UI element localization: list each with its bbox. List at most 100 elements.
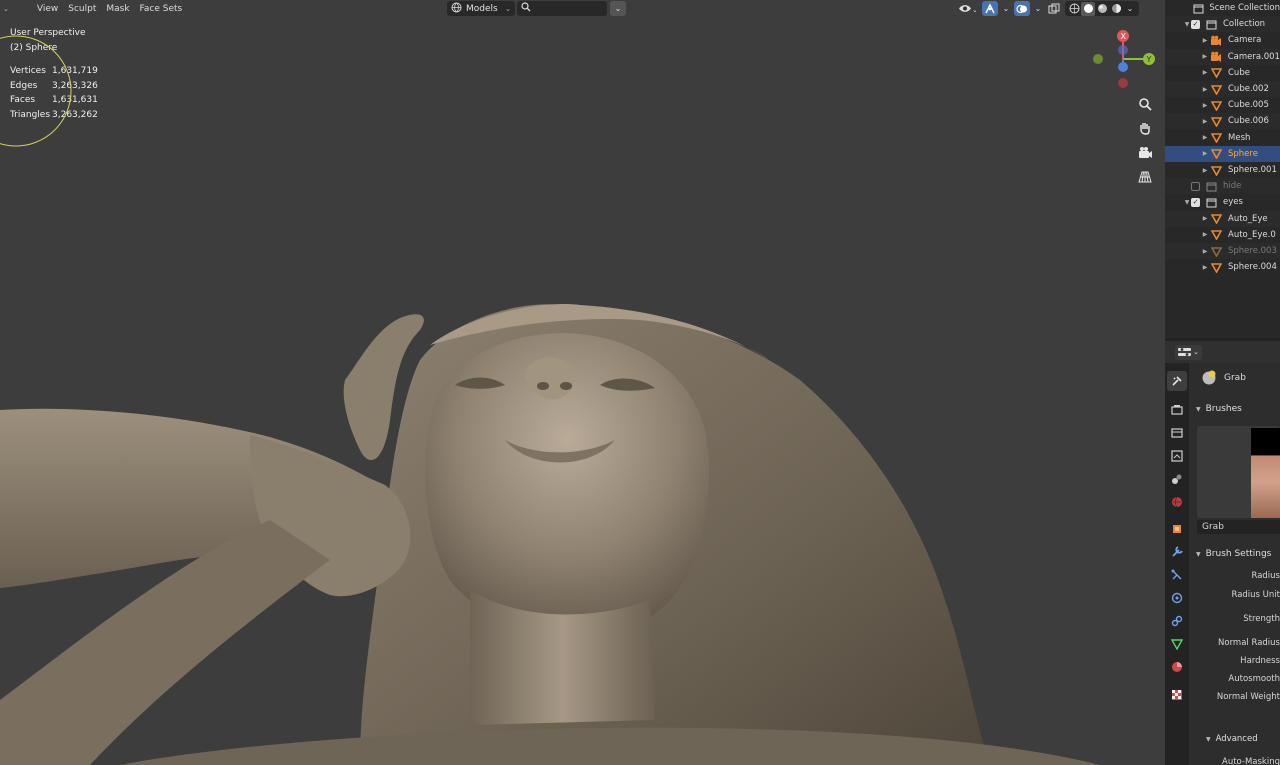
object-tab-icon[interactable] (1167, 519, 1187, 539)
world-tab-icon[interactable] (1167, 492, 1187, 512)
expand-toggle-icon[interactable]: ▶ (1201, 264, 1209, 271)
chevron-down-icon[interactable]: ⌄ (1001, 1, 1011, 16)
brush-settings-panel-header[interactable]: ▼ Brush Settings (1189, 544, 1280, 564)
strength-label: Strength (1243, 614, 1280, 624)
menu-sculpt[interactable]: Sculpt (63, 1, 101, 17)
outliner-row[interactable]: ▶ Sphere (1165, 145, 1280, 162)
expand-toggle-icon[interactable]: ▶ (1201, 69, 1209, 76)
data-tab-icon[interactable] (1167, 634, 1187, 654)
overlays-icon[interactable] (1014, 1, 1030, 16)
checkbox-icon[interactable]: ✓ (1191, 19, 1200, 29)
expand-toggle-icon[interactable]: ▶ (1201, 215, 1209, 222)
outliner-row[interactable]: ▶ Cube (1165, 65, 1280, 81)
outliner-label: Sphere (1228, 148, 1258, 159)
gizmo-toggle-icon[interactable] (982, 1, 998, 16)
expand-toggle-icon[interactable]: ▶ (1201, 248, 1209, 255)
mesh-icon (1209, 245, 1223, 257)
solid-shading-icon[interactable] (1081, 1, 1095, 16)
scene-tab-icon[interactable] (1167, 469, 1187, 489)
rendered-shading-icon[interactable] (1109, 2, 1123, 16)
brush-thumbnail[interactable] (1251, 428, 1280, 518)
outliner-row[interactable]: ▶ Sphere.004 (1165, 259, 1280, 275)
filter-dropdown[interactable]: ⌄ (610, 1, 626, 16)
expand-toggle-icon[interactable]: ▶ (1201, 102, 1209, 109)
navigation-gizmo[interactable]: X Y (1090, 30, 1160, 95)
brush-settings-panel-label: Brush Settings (1205, 549, 1272, 559)
view-layer-tab-icon[interactable] (1167, 446, 1187, 466)
brushes-panel-header[interactable]: ▼ Brushes (1189, 399, 1280, 419)
outliner-row[interactable]: ▶ Cube.005 (1165, 97, 1280, 113)
camera-view-icon[interactable] (1135, 143, 1155, 163)
outliner-row[interactable]: ▶ Sphere.003 (1165, 243, 1280, 259)
perspective-grid-icon[interactable] (1135, 167, 1155, 187)
brush-name: Grab (1224, 373, 1246, 383)
expand-toggle-icon[interactable]: ▼ (1183, 199, 1191, 206)
models-dropdown[interactable]: Models ⌄ (447, 1, 515, 16)
menu-face-sets[interactable]: Face Sets (135, 1, 188, 17)
editor-type-dropdown[interactable]: ⌄ (1175, 344, 1202, 360)
menu-mask[interactable]: Mask (101, 1, 134, 17)
expand-toggle-icon[interactable]: ▶ (1201, 150, 1209, 157)
outliner-row[interactable]: ▶ Camera.001 (1165, 48, 1280, 65)
chevron-down-icon[interactable]: ⌄ (1033, 1, 1043, 16)
texture-tab-icon[interactable] (1167, 685, 1187, 705)
chevron-down-icon[interactable]: ⌄ (1123, 2, 1137, 16)
constraints-tab-icon[interactable] (1167, 611, 1187, 631)
checkbox-icon[interactable]: ✓ (1191, 197, 1200, 207)
xray-icon[interactable] (1046, 1, 1062, 16)
svg-text:Y: Y (1146, 55, 1152, 64)
material-shading-icon[interactable] (1095, 2, 1109, 16)
expand-toggle-icon[interactable]: ▼ (1183, 21, 1191, 28)
menu-view[interactable]: View (32, 1, 63, 17)
outliner-row[interactable]: ▶ Camera (1165, 32, 1280, 48)
expand-toggle-icon[interactable]: ▶ (1201, 167, 1209, 174)
visibility-icon[interactable]: ⌄ (955, 1, 979, 16)
physics-tab-icon[interactable] (1167, 588, 1187, 608)
brush-name-field[interactable]: Grab (1197, 520, 1280, 534)
particles-tab-icon[interactable] (1167, 565, 1187, 585)
wireframe-shading-icon[interactable] (1067, 2, 1081, 16)
outliner-row[interactable]: ▶ Mesh (1165, 130, 1280, 146)
output-tab-icon[interactable] (1167, 423, 1187, 443)
outliner-label: hide (1223, 181, 1242, 192)
outliner-row[interactable]: ▶ Auto_Eye (1165, 210, 1280, 227)
advanced-panel-header[interactable]: ▼ Advanced (1189, 729, 1280, 749)
outliner[interactable]: Scene Collection ▼ ✓ Collection ▶ Camera ▶ Came… (1165, 0, 1280, 338)
expand-toggle-icon[interactable]: ▶ (1201, 118, 1209, 125)
tool-tab-icon[interactable] (1167, 371, 1187, 391)
outliner-label: Sphere.001 (1228, 165, 1277, 175)
hand-pan-icon[interactable] (1135, 118, 1155, 138)
advanced-panel-label: Advanced (1215, 734, 1258, 744)
zoom-icon[interactable] (1135, 94, 1155, 114)
outliner-row[interactable]: Scene Collection (1165, 0, 1280, 16)
outliner-row[interactable]: ▶ Auto_Eye.0 (1165, 227, 1280, 243)
expand-toggle-icon[interactable]: ▶ (1201, 231, 1209, 238)
expand-toggle-icon[interactable]: ▶ (1201, 86, 1209, 93)
3d-viewport[interactable]: ⌄ View Sculpt Mask Face Sets Models ⌄ ⌄ (0, 0, 1165, 765)
outliner-label: Cube.002 (1228, 84, 1269, 94)
outliner-row[interactable]: ▶ Sphere.001 (1165, 162, 1280, 178)
outliner-row[interactable]: hide (1165, 178, 1280, 195)
outliner-label: Collection (1223, 19, 1266, 30)
properties-header: ⌄ (1165, 341, 1280, 363)
render-tab-icon[interactable] (1167, 400, 1187, 420)
outliner-row[interactable]: ▶ Cube.006 (1165, 113, 1280, 130)
expand-toggle-icon[interactable]: ▶ (1201, 53, 1209, 60)
camera-icon (1209, 34, 1223, 46)
brush-cursor (0, 35, 72, 147)
shading-modes: ⌄ (1065, 1, 1139, 16)
modifier-tab-icon[interactable] (1167, 542, 1187, 562)
search-input[interactable] (517, 1, 607, 16)
outliner-row[interactable]: ▼ ✓ eyes (1165, 194, 1280, 210)
expand-toggle-icon[interactable]: ▶ (1201, 37, 1209, 44)
viewport-header: ⌄ View Sculpt Mask Face Sets Models ⌄ ⌄ (0, 0, 1165, 18)
mode-dropdown[interactable]: ⌄ (0, 1, 14, 17)
collection-icon (1193, 2, 1204, 14)
outliner-label: Auto_Eye (1228, 213, 1268, 224)
material-tab-icon[interactable] (1167, 657, 1187, 677)
checkbox-icon[interactable] (1191, 181, 1200, 191)
outliner-row[interactable]: ▶ Cube.002 (1165, 81, 1280, 97)
outliner-label: Scene Collection (1209, 3, 1280, 13)
outliner-row[interactable]: ▼ ✓ Collection (1165, 16, 1280, 33)
expand-toggle-icon[interactable]: ▶ (1201, 134, 1209, 141)
